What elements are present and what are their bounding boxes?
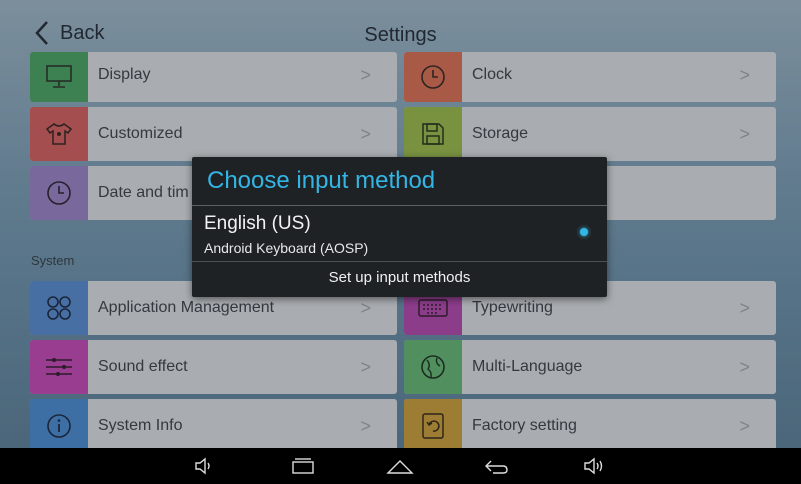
back-nav-icon[interactable] <box>483 456 509 476</box>
dialog-title: Choose input method <box>207 167 436 194</box>
volume-up-icon[interactable] <box>582 456 608 476</box>
home-icon[interactable] <box>386 456 414 476</box>
dialog-title-divider <box>192 205 607 206</box>
radio-selected-icon[interactable] <box>580 228 588 236</box>
input-method-dialog: Choose input method English (US) Android… <box>192 157 607 297</box>
dialog-divider <box>192 261 607 262</box>
volume-down-icon[interactable] <box>193 456 215 476</box>
recent-apps-icon[interactable] <box>290 456 316 476</box>
option-title: English (US) <box>204 213 311 234</box>
setup-input-methods-button[interactable]: Set up input methods <box>192 269 607 286</box>
navigation-bar <box>0 448 801 484</box>
option-subtitle: Android Keyboard (AOSP) <box>204 240 369 256</box>
